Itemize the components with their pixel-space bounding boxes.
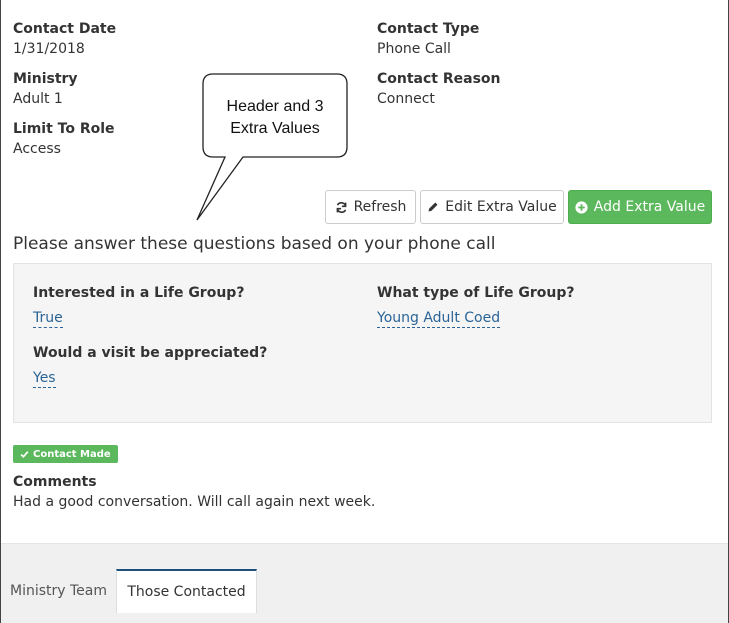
answer-life-group-interest[interactable]: True	[33, 310, 63, 328]
tab-ministry-team[interactable]: Ministry Team	[1, 569, 116, 613]
contact-type-value: Phone Call	[377, 41, 451, 57]
add-extra-value-button[interactable]: Add Extra Value	[568, 190, 712, 224]
answer-life-group-type[interactable]: Young Adult Coed	[377, 310, 501, 328]
contact-reason-label: Contact Reason	[377, 71, 501, 87]
contact-made-label: Contact Made	[33, 448, 111, 460]
edit-extra-value-button[interactable]: Edit Extra Value	[420, 190, 564, 224]
ministry-value: Adult 1	[13, 91, 63, 107]
callout-line-1: Header and 3	[226, 98, 324, 115]
contact-date-label: Contact Date	[13, 21, 117, 37]
extra-values-panel: Interested in a Life Group? True What ty…	[13, 263, 712, 423]
refresh-icon	[336, 201, 346, 213]
edit-extra-value-label: Edit Extra Value	[445, 199, 557, 215]
plus-circle-icon	[575, 200, 588, 214]
extra-values-header: Please answer these questions based on y…	[13, 234, 496, 254]
question-life-group-type: What type of Life Group?	[377, 285, 575, 301]
contact-made-badge: Contact Made	[13, 445, 118, 463]
question-life-group-interest: Interested in a Life Group?	[33, 285, 245, 301]
answer-visit-appreciated[interactable]: Yes	[33, 370, 56, 388]
contact-reason-value: Connect	[377, 91, 435, 107]
pencil-icon	[428, 202, 438, 212]
comments-text: Had a good conversation. Will call again…	[13, 494, 376, 510]
question-visit-appreciated: Would a visit be appreciated?	[33, 345, 268, 361]
limit-role-value: Access	[13, 141, 61, 157]
refresh-label: Refresh	[353, 199, 407, 215]
callout-line-2: Extra Values	[230, 120, 320, 137]
check-icon	[20, 450, 29, 458]
tab-those-contacted[interactable]: Those Contacted	[116, 569, 257, 613]
contact-date-value: 1/31/2018	[13, 41, 85, 57]
limit-role-label: Limit To Role	[13, 121, 115, 137]
refresh-button[interactable]: Refresh	[325, 190, 416, 224]
contact-type-label: Contact Type	[377, 21, 480, 37]
comments-label: Comments	[13, 474, 97, 490]
add-extra-value-label: Add Extra Value	[593, 199, 706, 215]
callout-text: Header and 3 Extra Values	[205, 96, 345, 140]
ministry-label: Ministry	[13, 71, 78, 87]
